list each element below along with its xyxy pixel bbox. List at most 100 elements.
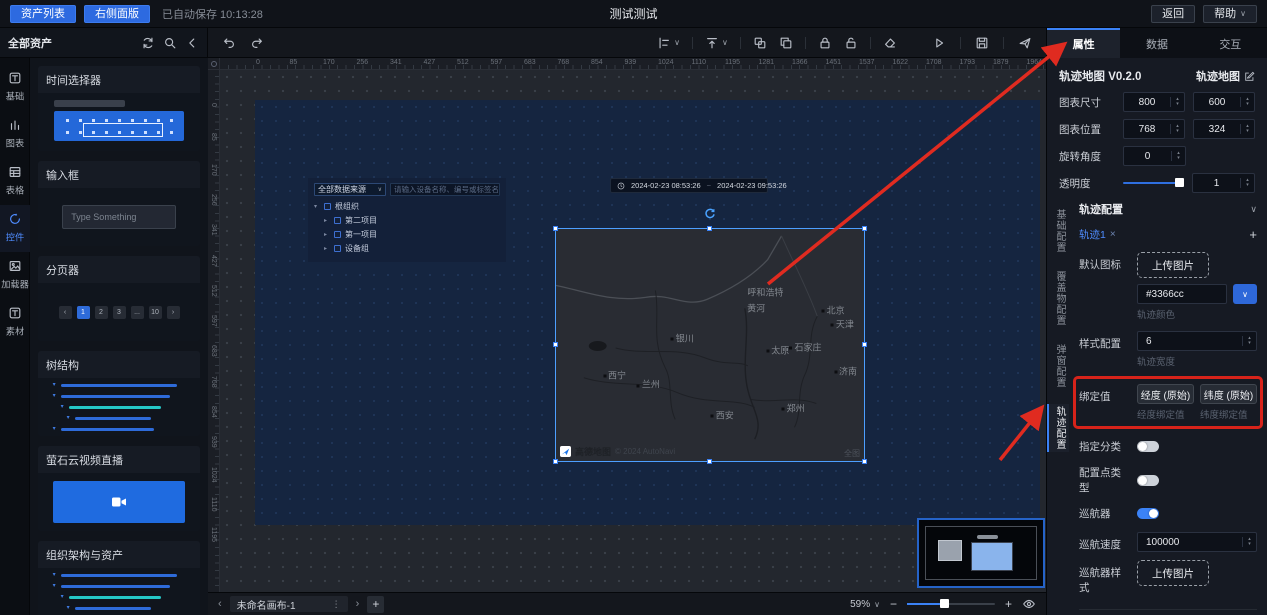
selection-handle[interactable] bbox=[862, 342, 867, 347]
ruler-origin[interactable] bbox=[208, 58, 220, 70]
tree-node[interactable]: ▾根组织 bbox=[314, 201, 500, 212]
close-icon[interactable]: × bbox=[1110, 229, 1116, 240]
device-search-input[interactable]: 请输入设备名称、编号或标签名称 bbox=[390, 183, 500, 196]
track-tab-1[interactable]: 轨迹1 × bbox=[1079, 227, 1116, 242]
toggle-switch[interactable] bbox=[1137, 475, 1159, 486]
selection-handle[interactable] bbox=[553, 226, 558, 231]
tree-node[interactable]: ▸第二项目 bbox=[314, 215, 500, 226]
checkbox[interactable] bbox=[324, 203, 331, 210]
track-color-input[interactable]: #3366cc bbox=[1137, 284, 1227, 304]
kebab-menu-icon[interactable]: ⋮ bbox=[332, 599, 341, 610]
asset-card[interactable]: 树结构▾▾▾▾▾ bbox=[38, 351, 200, 436]
align-icon[interactable] bbox=[657, 36, 671, 50]
asset-card[interactable]: 萤石云视频直播 bbox=[38, 446, 200, 531]
nav-item-2[interactable]: 图表 bbox=[0, 111, 30, 158]
unlock-icon[interactable] bbox=[844, 36, 858, 50]
zoom-slider-knob[interactable] bbox=[940, 599, 949, 608]
selection-handle[interactable] bbox=[862, 459, 867, 464]
cruise-upload-button[interactable]: 上传图片 bbox=[1137, 560, 1209, 586]
asset-card[interactable]: 输入框Type Something bbox=[38, 161, 200, 246]
right-panel-button[interactable]: 右侧面版 bbox=[84, 5, 150, 23]
section-tab-基础配置[interactable]: 基础配置 bbox=[1047, 207, 1069, 255]
tree-caret-icon[interactable]: ▸ bbox=[324, 231, 330, 238]
nav-item-4[interactable]: 控件 bbox=[0, 205, 30, 252]
selection-handle[interactable] bbox=[707, 459, 712, 464]
zoom-slider[interactable] bbox=[907, 603, 995, 605]
chevron-down-icon[interactable]: ∨ bbox=[722, 38, 728, 47]
inspector-tab-属性[interactable]: 属性 bbox=[1047, 28, 1120, 58]
opacity-slider[interactable] bbox=[1123, 182, 1184, 184]
asset-card[interactable]: 分页器‹123...10› bbox=[38, 256, 200, 341]
latitude-bind-button[interactable]: 纬度 (原始) bbox=[1200, 384, 1257, 404]
section-tab-轨迹配置[interactable]: 轨迹配置 bbox=[1047, 404, 1069, 452]
canvas-page-tab[interactable]: 未命名画布-1 ⋮ bbox=[230, 596, 348, 612]
next-page-icon[interactable]: › bbox=[356, 598, 360, 610]
lock-icon[interactable] bbox=[818, 36, 832, 50]
add-page-button[interactable]: + bbox=[367, 596, 384, 613]
redo-icon[interactable] bbox=[250, 36, 264, 50]
prev-page-icon[interactable]: ‹ bbox=[218, 598, 222, 610]
advanced-config-row[interactable]: 高级配置 › bbox=[1079, 610, 1257, 615]
tree-caret-icon[interactable]: ▸ bbox=[324, 245, 330, 252]
edit-icon[interactable] bbox=[1244, 71, 1255, 82]
section-tab-覆盖物配置[interactable]: 覆盖物配置 bbox=[1047, 269, 1069, 328]
asset-list-button[interactable]: 资产列表 bbox=[10, 5, 76, 23]
opacity-stepper[interactable]: 1▴▾ bbox=[1192, 173, 1255, 193]
selection-handle[interactable] bbox=[707, 226, 712, 231]
nav-item-1[interactable]: 基础 bbox=[0, 64, 30, 111]
copy-icon[interactable] bbox=[779, 36, 793, 50]
longitude-bind-button[interactable]: 经度 (原始) bbox=[1137, 384, 1194, 404]
tree-node[interactable]: ▸设备组 bbox=[314, 243, 500, 254]
data-source-select[interactable]: 全部数据来源 ∨ bbox=[314, 183, 386, 196]
selection-handle[interactable] bbox=[553, 342, 558, 347]
tree-node[interactable]: ▸第一项目 bbox=[314, 229, 500, 240]
cruise-speed-stepper[interactable]: 100000▴▾ bbox=[1137, 532, 1257, 552]
chart-x-stepper[interactable]: 768▴▾ bbox=[1123, 119, 1185, 139]
nav-item-3[interactable]: 表格 bbox=[0, 158, 30, 205]
toggle-switch[interactable] bbox=[1137, 508, 1159, 519]
arrange-icon[interactable] bbox=[705, 36, 719, 50]
chart-width-stepper[interactable]: 800▴▾ bbox=[1123, 92, 1185, 112]
rotate-stepper[interactable]: 0▴▾ bbox=[1123, 146, 1186, 166]
collapse-icon[interactable] bbox=[185, 36, 199, 50]
selection-handle[interactable] bbox=[553, 459, 558, 464]
save-icon[interactable] bbox=[975, 36, 989, 50]
checkbox[interactable] bbox=[334, 231, 341, 238]
time-range-picker[interactable]: 2024-02-23 08:53:26 ~ 2024-02-23 09:53:2… bbox=[610, 178, 768, 193]
tree-caret-icon[interactable]: ▾ bbox=[314, 203, 320, 210]
upload-image-button[interactable]: 上传图片 bbox=[1137, 252, 1209, 278]
color-picker-button[interactable]: ∨ bbox=[1233, 284, 1257, 304]
zoom-in-button[interactable]: + bbox=[1005, 597, 1012, 611]
track-map-widget[interactable]: 呼和浩特黄河北京天津银川太原石家庄济南西宁兰州西安郑州 高德地图 © 2024 … bbox=[555, 228, 865, 462]
asset-card[interactable]: 组织架构与资产▾▾▾▾▾ bbox=[38, 541, 200, 615]
chevron-down-icon[interactable]: ∨ bbox=[1250, 204, 1257, 215]
rotate-handle-icon[interactable] bbox=[704, 207, 717, 223]
back-button[interactable]: 返回 bbox=[1151, 5, 1195, 23]
chart-y-stepper[interactable]: 324▴▾ bbox=[1193, 119, 1255, 139]
tree-caret-icon[interactable]: ▸ bbox=[324, 217, 330, 224]
device-tree-widget[interactable]: 全部数据来源 ∨ 请输入设备名称、编号或标签名称 ▾根组织▸第二项目▸第一项目▸… bbox=[308, 178, 506, 262]
group-icon[interactable] bbox=[753, 36, 767, 50]
refresh-icon[interactable] bbox=[141, 36, 155, 50]
add-track-button[interactable]: + bbox=[1249, 227, 1257, 242]
nav-item-5[interactable]: 加载器 bbox=[0, 252, 30, 299]
checkbox[interactable] bbox=[334, 245, 341, 252]
help-button[interactable]: 帮助 ∨ bbox=[1203, 5, 1257, 23]
selection-handle[interactable] bbox=[862, 226, 867, 231]
inspector-tab-交互[interactable]: 交互 bbox=[1194, 28, 1267, 58]
checkbox[interactable] bbox=[334, 217, 341, 224]
chart-height-stepper[interactable]: 600▴▾ bbox=[1193, 92, 1255, 112]
section-tab-弹窗配置[interactable]: 弹窗配置 bbox=[1047, 342, 1069, 390]
send-icon[interactable] bbox=[1018, 36, 1032, 50]
eraser-icon[interactable] bbox=[883, 36, 897, 50]
eye-icon[interactable] bbox=[1022, 597, 1036, 611]
track-width-stepper[interactable]: 6▴▾ bbox=[1137, 331, 1257, 351]
search-icon[interactable] bbox=[163, 36, 177, 50]
undo-icon[interactable] bbox=[222, 36, 236, 50]
minimap[interactable] bbox=[917, 518, 1045, 588]
play-icon[interactable] bbox=[932, 36, 946, 50]
toggle-switch[interactable] bbox=[1137, 441, 1159, 452]
inspector-tab-数据[interactable]: 数据 bbox=[1120, 28, 1193, 58]
canvas-body[interactable]: 全部数据来源 ∨ 请输入设备名称、编号或标签名称 ▾根组织▸第二项目▸第一项目▸… bbox=[220, 70, 1046, 592]
nav-item-6[interactable]: 素材 bbox=[0, 299, 30, 346]
